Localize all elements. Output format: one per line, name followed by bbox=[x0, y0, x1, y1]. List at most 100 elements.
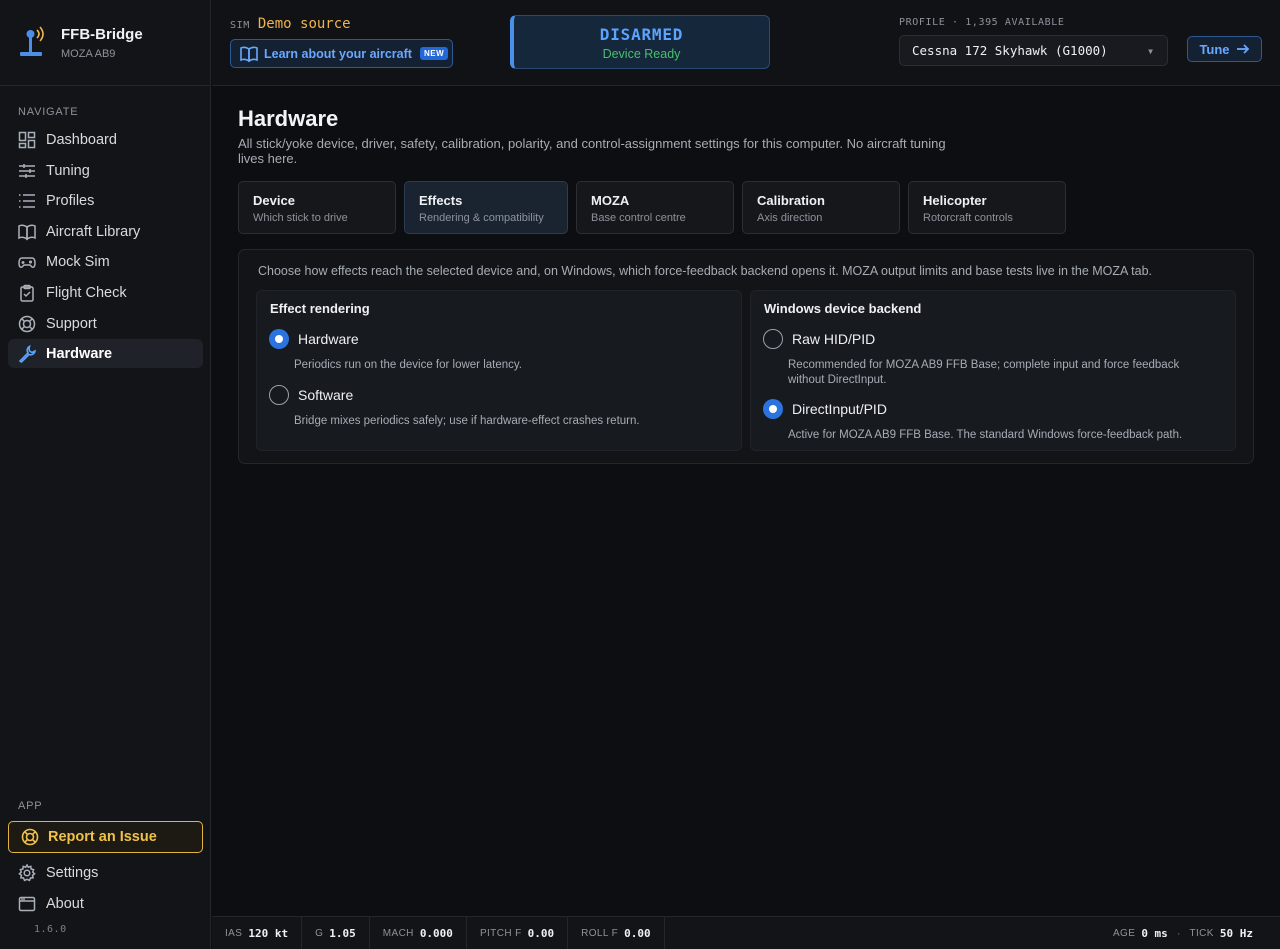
sidebar-item-hardware[interactable]: Hardware bbox=[8, 339, 203, 368]
report-issue-label: Report an Issue bbox=[48, 829, 157, 845]
tab-title: Calibration bbox=[757, 193, 825, 208]
sidebar-item-label: Flight Check bbox=[46, 284, 127, 301]
sim-label: SIM bbox=[230, 20, 250, 31]
lifebuoy-icon bbox=[21, 828, 39, 846]
report-issue-button[interactable]: Report an Issue bbox=[8, 821, 203, 853]
radio-button[interactable] bbox=[763, 399, 783, 419]
tune-label: Tune bbox=[1199, 41, 1230, 57]
telemetry-label: ROLL F bbox=[581, 927, 619, 939]
radio-raw-hid[interactable]: Raw HID/PID bbox=[763, 329, 875, 349]
radio-software[interactable]: Software bbox=[269, 385, 353, 405]
gear-icon bbox=[18, 863, 36, 882]
telemetry-label: IAS bbox=[225, 927, 243, 939]
brand: FFB-Bridge MOZA AB9 bbox=[0, 0, 210, 86]
radio-button[interactable] bbox=[269, 329, 289, 349]
book-icon bbox=[240, 46, 258, 62]
tab-title: MOZA bbox=[591, 193, 630, 208]
nav-heading: NAVIGATE bbox=[18, 106, 79, 118]
book-icon bbox=[18, 223, 36, 241]
sidebar-item-settings[interactable]: Settings bbox=[8, 858, 203, 887]
sidebar-item-label: Dashboard bbox=[46, 131, 117, 148]
telemetry-label: PITCH F bbox=[479, 927, 522, 939]
arrow-right-icon bbox=[1236, 42, 1250, 56]
sliders-icon bbox=[18, 162, 36, 180]
tab-subtitle: Rendering & compatibility bbox=[419, 212, 544, 224]
sidebar-item-flight-check[interactable]: Flight Check bbox=[8, 278, 203, 307]
new-badge: NEW bbox=[419, 47, 449, 60]
sidebar-item-label: Profiles bbox=[46, 192, 95, 209]
tab-subtitle: Rotorcraft controls bbox=[923, 212, 1013, 224]
profile-select[interactable]: Cessna 172 Skyhawk (G1000) ▼ bbox=[899, 35, 1168, 66]
learn-aircraft-label: Learn about your aircraft bbox=[264, 46, 412, 61]
learn-aircraft-button[interactable]: Learn about your aircraft NEW bbox=[230, 39, 453, 68]
sidebar-item-label: Support bbox=[46, 315, 97, 332]
tab-effects[interactable]: Effects Rendering & compatibility bbox=[404, 181, 568, 234]
sim-source: SIM Demo source bbox=[230, 16, 351, 32]
separator-dot: · bbox=[1176, 927, 1181, 940]
effect-rendering-card: Effect rendering Hardware Periodics run … bbox=[256, 290, 742, 451]
tune-button[interactable]: Tune bbox=[1187, 36, 1262, 62]
profile-value: Cessna 172 Skyhawk (G1000) bbox=[912, 43, 1108, 58]
sidebar-item-aircraft-library[interactable]: Aircraft Library bbox=[8, 217, 203, 246]
gamepad-icon bbox=[18, 253, 36, 271]
sidebar-item-profiles[interactable]: Profiles bbox=[8, 186, 203, 215]
topbar: SIM Demo source Learn about your aircraf… bbox=[212, 0, 1280, 86]
tab-moza[interactable]: MOZA Base control centre bbox=[576, 181, 734, 234]
page-description: All stick/yoke device, driver, safety, c… bbox=[238, 136, 946, 166]
age-label: AGE bbox=[1112, 928, 1136, 939]
sidebar-item-label: Hardware bbox=[46, 345, 113, 362]
wrench-icon bbox=[18, 344, 36, 363]
card-title: Windows device backend bbox=[764, 301, 922, 316]
radio-help: Active for MOZA AB9 FFB Base. The standa… bbox=[788, 429, 1183, 441]
app-heading: APP bbox=[18, 800, 43, 812]
tab-device[interactable]: Device Which stick to drive bbox=[238, 181, 396, 234]
telemetry-status: AGE 0 ms · TICK 50 Hz bbox=[1113, 917, 1253, 949]
radio-help: Recommended for MOZA AB9 FFB Base; compl… bbox=[788, 359, 1180, 386]
tab-title: Helicopter bbox=[923, 193, 987, 208]
sidebar-item-dashboard[interactable]: Dashboard bbox=[8, 125, 203, 154]
telemetry-label: G bbox=[315, 927, 324, 939]
radio-button[interactable] bbox=[763, 329, 783, 349]
tab-calibration[interactable]: Calibration Axis direction bbox=[742, 181, 900, 234]
telemetry-pitch-force: PITCH F 0.00 bbox=[467, 916, 569, 949]
lifebuoy-icon bbox=[18, 315, 36, 333]
clipboard-icon bbox=[18, 284, 36, 302]
tab-helicopter[interactable]: Helicopter Rotorcraft controls bbox=[908, 181, 1066, 234]
sidebar-item-about[interactable]: About bbox=[8, 889, 203, 918]
telemetry-value: 120 kt bbox=[248, 926, 289, 940]
dashboard-icon bbox=[18, 131, 36, 149]
tick-label: TICK bbox=[1189, 928, 1214, 939]
effects-panel: Choose how effects reach the selected de… bbox=[238, 249, 1254, 464]
sidebar-item-mock-sim[interactable]: Mock Sim bbox=[8, 247, 203, 276]
telemetry-label: MACH bbox=[382, 927, 414, 939]
telemetry-value: 0.000 bbox=[419, 926, 453, 940]
panel-description: Choose how effects reach the selected de… bbox=[258, 264, 1152, 278]
arm-status-title: DISARMED bbox=[599, 25, 684, 44]
arm-status-sub: Device Ready bbox=[602, 47, 681, 61]
sidebar-item-tuning[interactable]: Tuning bbox=[8, 156, 203, 185]
telemetry-roll-force: ROLL F 0.00 bbox=[568, 916, 665, 949]
radio-directinput[interactable]: DirectInput/PID bbox=[763, 399, 887, 419]
radio-label: Raw HID/PID bbox=[792, 331, 876, 347]
tab-subtitle: Which stick to drive bbox=[253, 212, 348, 224]
app-version: 1.6.0 bbox=[34, 924, 67, 935]
tab-title: Effects bbox=[419, 193, 463, 208]
telemetry-value: 0.00 bbox=[527, 926, 555, 940]
radio-label: DirectInput/PID bbox=[792, 401, 887, 417]
sidebar-item-support[interactable]: Support bbox=[8, 309, 203, 338]
sidebar-item-label: Tuning bbox=[46, 162, 90, 179]
radio-help: Periodics run on the device for lower la… bbox=[294, 359, 522, 371]
radio-button[interactable] bbox=[269, 385, 289, 405]
radio-label: Hardware bbox=[298, 331, 359, 347]
list-icon bbox=[18, 192, 36, 210]
arm-status: DISARMED Device Ready bbox=[510, 15, 770, 69]
device-name: MOZA AB9 bbox=[61, 47, 116, 60]
radio-help: Bridge mixes periodics safely; use if ha… bbox=[294, 415, 640, 427]
sidebar-item-label: Mock Sim bbox=[46, 253, 110, 270]
joystick-logo-icon bbox=[18, 25, 48, 60]
radio-hardware[interactable]: Hardware bbox=[269, 329, 359, 349]
radio-label: Software bbox=[298, 387, 354, 403]
sidebar-item-label: Settings bbox=[46, 864, 99, 881]
sim-value: Demo source bbox=[257, 16, 351, 32]
page-title: Hardware bbox=[238, 106, 339, 131]
